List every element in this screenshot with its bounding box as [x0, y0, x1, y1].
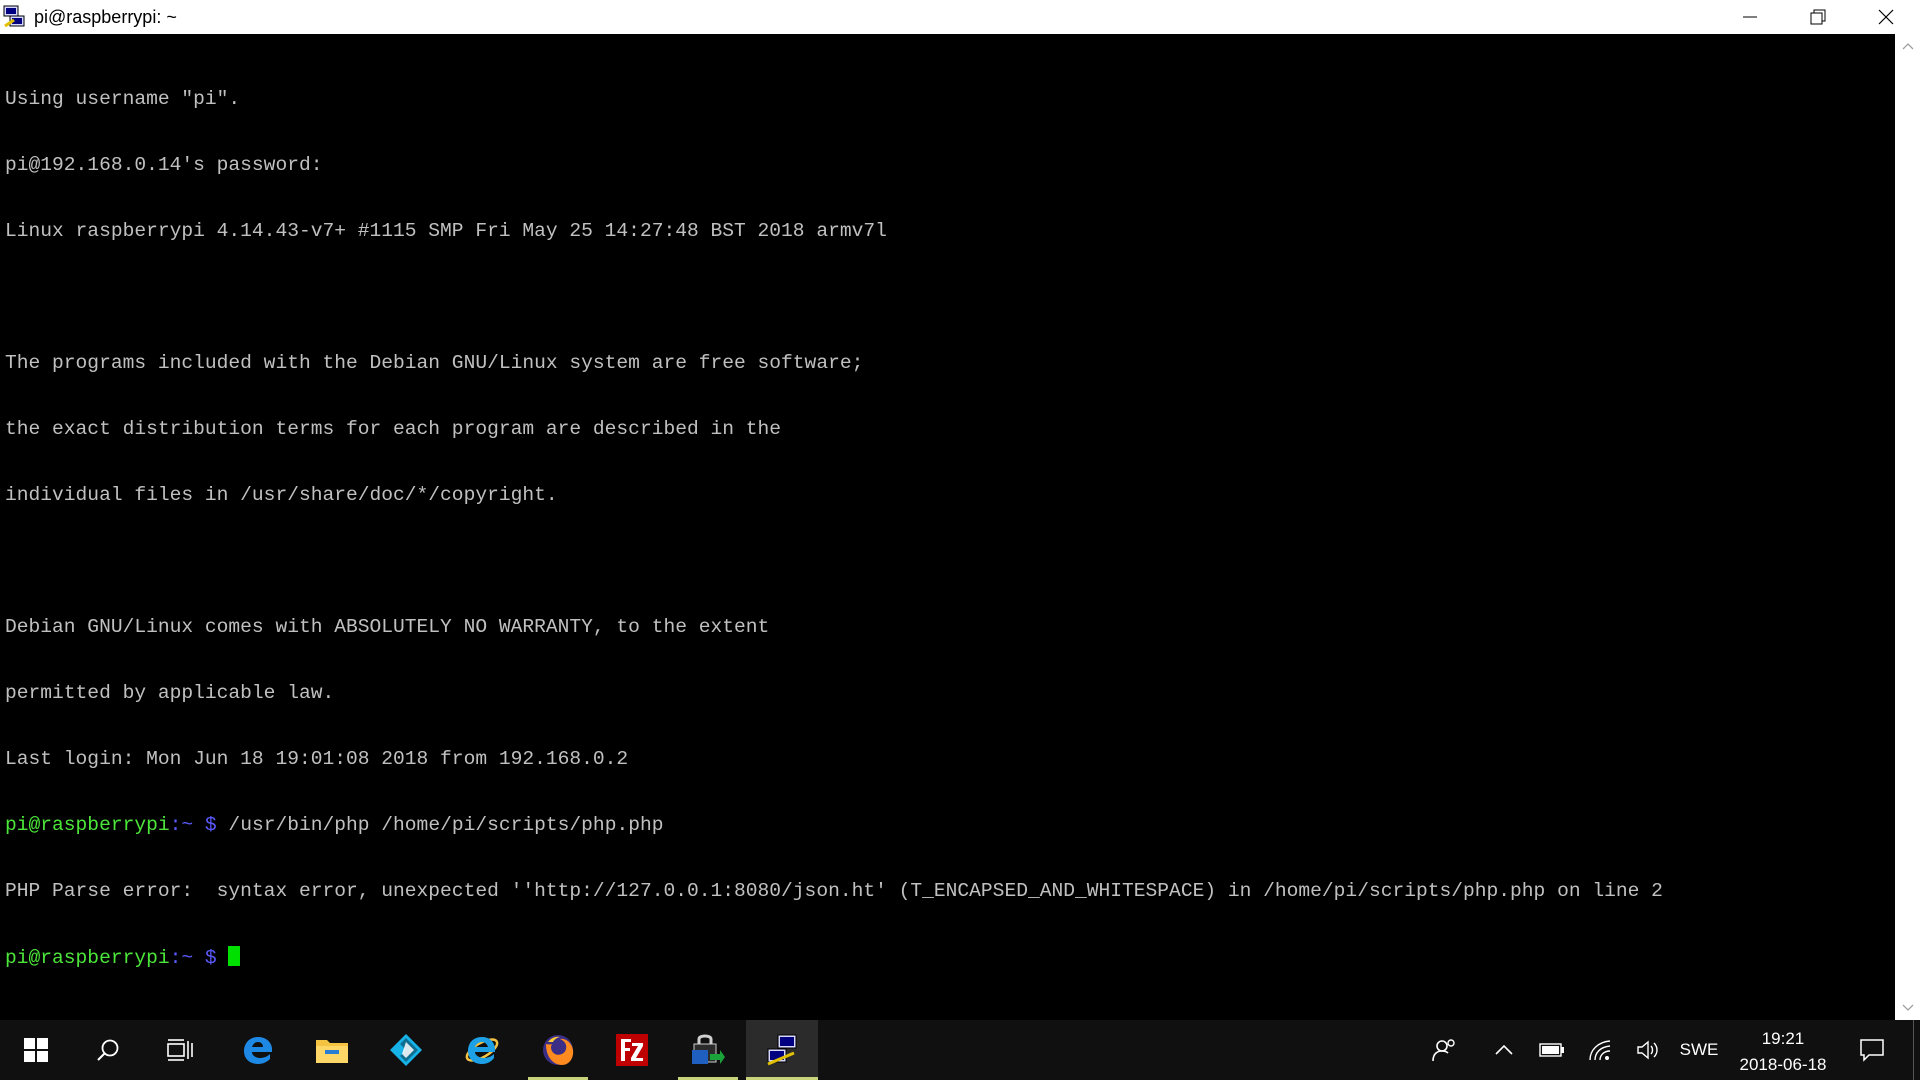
wifi-icon	[1589, 1040, 1611, 1061]
terminal-output: Using username "pi". pi@192.168.0.14's p…	[5, 44, 1663, 1012]
close-button[interactable]	[1852, 0, 1920, 34]
error-line: PHP Parse error: syntax error, unexpecte…	[5, 880, 1663, 902]
command-line: pi@raspberrypi:~ $ /usr/bin/php /home/pi…	[5, 814, 1663, 836]
restore-icon	[1810, 9, 1826, 25]
restore-button[interactable]	[1784, 0, 1852, 34]
windows-logo-icon	[24, 1038, 48, 1062]
text-cursor	[228, 946, 241, 966]
taskbar-vpn-app[interactable]	[672, 1020, 744, 1080]
action-center-icon	[1860, 1039, 1884, 1062]
terminal-line: individual files in /usr/share/doc/*/cop…	[5, 484, 558, 506]
battery-status[interactable]	[1536, 1020, 1568, 1080]
clock-date: 2018-06-18	[1739, 1055, 1827, 1074]
terminal-line: Linux raspberrypi 4.14.43-v7+ #1115 SMP …	[5, 220, 887, 242]
battery-icon	[1539, 1043, 1564, 1057]
minimize-button[interactable]	[1716, 0, 1784, 34]
system-clock[interactable]: 19:21 2018-06-18	[1728, 1026, 1838, 1078]
clock-time: 19:21	[1761, 1029, 1805, 1048]
terminal-line: Debian GNU/Linux comes with ABSOLUTELY N…	[5, 616, 770, 638]
start-button[interactable]	[0, 1020, 72, 1080]
command-text: /usr/bin/php /home/pi/scripts/php.php	[216, 814, 664, 836]
terminal-area[interactable]: Using username "pi". pi@192.168.0.14's p…	[0, 34, 1895, 1020]
taskbar: SWE 19:21 2018-06-18	[0, 1020, 1920, 1080]
taskbar-edge[interactable]	[222, 1020, 294, 1080]
task-view-button[interactable]	[144, 1020, 216, 1080]
filezilla-icon	[616, 1034, 648, 1066]
search-button[interactable]	[72, 1020, 144, 1080]
chevron-down-icon	[1902, 1004, 1913, 1011]
ie-icon	[465, 1037, 499, 1064]
vertical-scrollbar[interactable]	[1895, 34, 1920, 1020]
minimize-icon	[1743, 16, 1757, 18]
scroll-up-button[interactable]	[1895, 34, 1920, 58]
firefox-icon	[543, 1035, 574, 1065]
taskbar-kodi[interactable]	[370, 1020, 442, 1080]
input-language-indicator[interactable]: SWE	[1676, 1020, 1722, 1080]
window-title: pi@raspberrypi: ~	[34, 7, 177, 27]
show-desktop-button[interactable]	[1913, 1020, 1920, 1080]
task-view-icon	[167, 1039, 193, 1061]
chevron-up-icon	[1495, 1045, 1513, 1055]
search-icon	[97, 1039, 119, 1061]
title-bar[interactable]: pi@raspberrypi: ~	[0, 0, 1920, 34]
taskbar-filezilla[interactable]	[596, 1020, 668, 1080]
taskbar-internet-explorer[interactable]	[446, 1020, 518, 1080]
terminal-line: Last login: Mon Jun 18 19:01:08 2018 fro…	[5, 748, 629, 770]
taskbar-firefox[interactable]	[522, 1020, 594, 1080]
terminal-line: The programs included with the Debian GN…	[5, 352, 864, 374]
scroll-down-button[interactable]	[1895, 996, 1920, 1020]
prompt-user-host: pi@raspberrypi	[5, 947, 170, 969]
language-label: SWE	[1679, 1040, 1719, 1059]
current-prompt-line[interactable]: pi@raspberrypi:~ $	[5, 946, 1663, 969]
taskbar-file-explorer[interactable]	[296, 1020, 368, 1080]
prompt-user-host: pi@raspberrypi	[5, 814, 170, 836]
action-center-button[interactable]	[1852, 1020, 1892, 1080]
kodi-icon	[390, 1034, 422, 1066]
show-hidden-icons-button[interactable]	[1488, 1020, 1520, 1080]
prompt-path: :~ $	[169, 947, 217, 969]
terminal-line: pi@192.168.0.14's password:	[5, 154, 323, 176]
volume-control[interactable]	[1632, 1020, 1664, 1080]
lock-network-icon	[692, 1034, 725, 1064]
people-icon	[1432, 1039, 1455, 1062]
putty-icon[interactable]	[2, 4, 30, 30]
people-button[interactable]	[1424, 1020, 1464, 1080]
prompt-path: :~ $	[169, 814, 217, 836]
terminal-line: Using username "pi".	[5, 88, 241, 110]
terminal-line: the exact distribution terms for each pr…	[5, 418, 782, 440]
volume-icon	[1637, 1040, 1658, 1060]
folder-icon	[316, 1040, 348, 1063]
edge-icon	[244, 1037, 272, 1064]
wifi-status[interactable]	[1584, 1020, 1616, 1080]
chevron-up-icon	[1902, 43, 1913, 50]
putty-icon	[767, 1034, 797, 1066]
terminal-line: permitted by applicable law.	[5, 682, 335, 704]
taskbar-putty[interactable]	[746, 1020, 818, 1080]
close-icon	[1878, 9, 1894, 25]
